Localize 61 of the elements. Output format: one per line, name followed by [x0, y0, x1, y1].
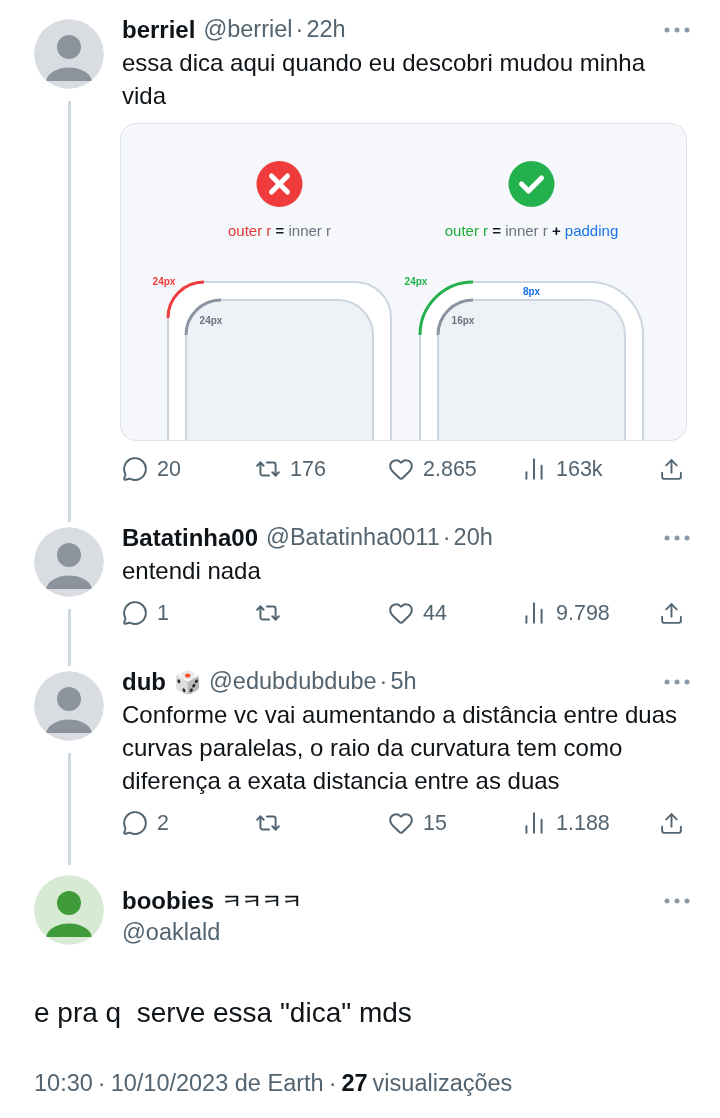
- post-time[interactable]: 22h: [306, 12, 346, 48]
- avatar[interactable]: [34, 875, 104, 945]
- padding-label: 8px: [522, 286, 541, 297]
- more-icon[interactable]: [664, 27, 690, 33]
- separator-dot: ·: [378, 667, 389, 697]
- radius-label: 24px: [152, 276, 176, 287]
- user-name[interactable]: boobies: [122, 883, 214, 919]
- separator-dot: ·: [441, 523, 452, 553]
- share-icon[interactable]: [659, 600, 684, 626]
- radius-label: 24px: [199, 315, 223, 326]
- comment-icon[interactable]: [122, 456, 148, 482]
- avatar[interactable]: [34, 527, 104, 597]
- share-icon[interactable]: [659, 810, 684, 836]
- repost-count: 176: [290, 456, 326, 483]
- like-count: 15: [423, 810, 447, 837]
- avatar[interactable]: [34, 671, 104, 741]
- comment-icon[interactable]: [122, 600, 148, 626]
- like-count: 44: [423, 600, 447, 627]
- separator-dot: ·: [96, 1069, 107, 1098]
- separator-dot: ·: [294, 15, 305, 45]
- user-name[interactable]: Batatinha00: [122, 520, 259, 556]
- heart-icon[interactable]: [388, 600, 414, 626]
- name-suffix: ㅋㅋㅋㅋ: [222, 889, 302, 914]
- post-time: 10:30: [34, 1069, 93, 1098]
- post-date: 10/10/2023 de Earth: [110, 1069, 324, 1098]
- like-count: 2.865: [423, 456, 477, 483]
- user-handle[interactable]: @oaklald: [122, 917, 690, 947]
- reply-count: 20: [157, 456, 181, 483]
- heart-icon[interactable]: [388, 456, 414, 482]
- post-text: entendi nada: [122, 556, 262, 586]
- dice-emoji: 🎲: [174, 668, 201, 697]
- comment-icon[interactable]: [122, 810, 148, 836]
- post-text: Conforme vc vai aumentando a distância entre duas curvas paralelas, o raio da curvatura tem como diferença a exata distancia entre as duas: [122, 700, 678, 796]
- more-icon[interactable]: [664, 898, 690, 904]
- heart-icon[interactable]: [388, 810, 414, 836]
- views-count: 163k: [556, 456, 603, 483]
- user-handle[interactable]: @berriel: [203, 12, 293, 48]
- share-icon[interactable]: [659, 456, 684, 482]
- reply-count: 2: [157, 810, 169, 837]
- user-handle[interactable]: @edubdubdube: [209, 664, 377, 700]
- post-text: essa dica aqui quando eu descobri mudou minha vida: [122, 48, 647, 111]
- views-count: 27: [341, 1069, 368, 1098]
- separator-dot: ·: [327, 1069, 338, 1098]
- views-count: 1.188: [556, 810, 610, 837]
- radius-label: 24px: [404, 276, 428, 287]
- more-icon[interactable]: [664, 535, 690, 541]
- post-time[interactable]: 5h: [390, 664, 417, 700]
- user-handle[interactable]: @Batatinha0011: [266, 520, 440, 556]
- avatar[interactable]: [34, 19, 104, 89]
- post-text: e pra q serve essa "dica" mds: [34, 996, 413, 1030]
- user-name[interactable]: dub: [122, 664, 166, 700]
- more-icon[interactable]: [664, 679, 690, 685]
- radius-label: 16px: [451, 315, 475, 326]
- formula: outer r = inner r: [228, 222, 331, 239]
- user-name[interactable]: berriel: [122, 12, 196, 48]
- reply-count: 1: [157, 600, 169, 627]
- formula: outer r = inner r + padding: [444, 222, 619, 239]
- media-card[interactable]: outer r = inner r 24px 24px outer r = inner r + padding 24px 8px 16px: [120, 123, 687, 441]
- views-count: 9.798: [556, 600, 610, 627]
- views-label: visualizações: [372, 1069, 513, 1098]
- post-time[interactable]: 20h: [453, 520, 493, 556]
